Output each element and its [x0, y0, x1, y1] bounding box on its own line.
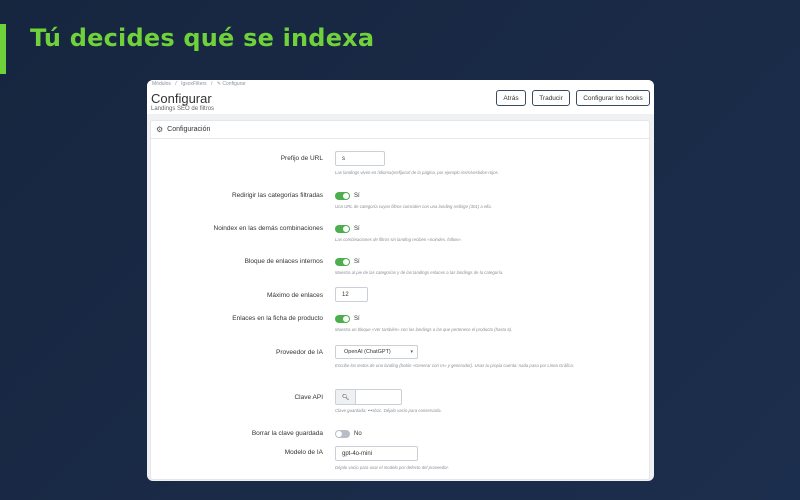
url-prefix-input[interactable]: s	[335, 151, 385, 166]
links-block-label: Bloque de enlaces internos	[244, 258, 323, 265]
breadcrumb-modules[interactable]: Módulos	[152, 81, 171, 87]
redirect-label: Redirigir las categorías filtradas	[231, 192, 323, 199]
hero-title: Tú decides qué se indexa	[30, 24, 375, 52]
redirect-help: Una URL de categoría cuyos filtros coinc…	[335, 204, 492, 209]
accent-bar	[0, 24, 6, 74]
breadcrumb-module[interactable]: IgsoxFilters	[181, 81, 207, 87]
noindex-help: Las combinaciones de filtros sin landing…	[335, 237, 462, 242]
product-links-toggle[interactable]	[335, 315, 350, 323]
noindex-toggle[interactable]	[335, 225, 350, 233]
redirect-toggle-label: Sí	[354, 193, 360, 199]
config-card: ⚙ Configuración Prefijo de URL s Las lan…	[150, 120, 650, 480]
api-key-help: Clave guardada: •••sb1c. Déjalo vacío pa…	[335, 408, 442, 413]
links-block-help: Muestra al pie de las categorías y de la…	[335, 270, 504, 275]
ai-provider-select[interactable]: OpenAI (ChatGPT) ▾	[335, 345, 418, 359]
ai-model-label: Modelo de IA	[284, 449, 323, 456]
product-links-toggle-label: Sí	[354, 316, 360, 322]
noindex-label: Noindex en las demás combinaciones	[213, 225, 323, 232]
chevron-down-icon: ▾	[410, 349, 413, 355]
max-links-label: Máximo de enlaces	[267, 292, 323, 299]
links-block-toggle-label: Sí	[354, 259, 360, 265]
card-title: Configuración	[167, 126, 211, 133]
clear-key-toggle[interactable]	[335, 430, 350, 438]
product-links-help: Muestra un bloque «Ver también» con las …	[335, 327, 513, 332]
breadcrumb-separator: /	[175, 81, 177, 87]
app-window: Módulos / IgsoxFilters / ✎ Configurar Co…	[147, 80, 654, 481]
max-links-input[interactable]: 12	[335, 287, 368, 302]
clear-key-toggle-label: No	[354, 431, 362, 437]
noindex-toggle-label: Sí	[354, 226, 360, 232]
ai-provider-label: Proveedor de IA	[276, 349, 323, 356]
breadcrumb-separator: /	[211, 81, 213, 87]
links-block-toggle[interactable]	[335, 258, 350, 266]
url-prefix-help: Las landings viven en /idioma/prefijo/ur…	[335, 170, 499, 175]
redirect-toggle[interactable]	[335, 192, 350, 200]
configure-hooks-button[interactable]: Configurar los hooks	[576, 90, 650, 106]
ai-model-input[interactable]: gpt-4o-mini	[335, 446, 418, 461]
page-title: Configurar	[151, 91, 212, 106]
api-key-input[interactable]	[355, 389, 402, 405]
translate-button[interactable]: Traducir	[532, 90, 570, 106]
product-links-label: Enlaces en la ficha de producto	[232, 315, 323, 322]
breadcrumb: Módulos / IgsoxFilters / ✎ Configurar	[152, 81, 249, 87]
clear-key-label: Borrar la clave guardada	[251, 430, 323, 437]
cogs-icon: ⚙	[156, 125, 164, 134]
back-button[interactable]: Atrás	[496, 90, 526, 106]
ai-provider-selected: OpenAI (ChatGPT)	[344, 349, 391, 355]
page-header: Módulos / IgsoxFilters / ✎ Configurar Co…	[147, 80, 654, 114]
page-subtitle: Landings SEO de filtros	[151, 106, 215, 112]
key-icon: 🔍︎	[335, 389, 355, 405]
ai-provider-help: Escribe los textos de una landing (botón…	[335, 363, 575, 368]
api-key-label: Clave API	[294, 394, 323, 401]
card-header: ⚙ Configuración	[151, 121, 649, 139]
ai-model-help: Déjalo vacío para usar el modelo por def…	[335, 465, 450, 470]
url-prefix-label: Prefijo de URL	[280, 155, 323, 162]
breadcrumb-current: ✎ Configurar	[216, 81, 246, 87]
